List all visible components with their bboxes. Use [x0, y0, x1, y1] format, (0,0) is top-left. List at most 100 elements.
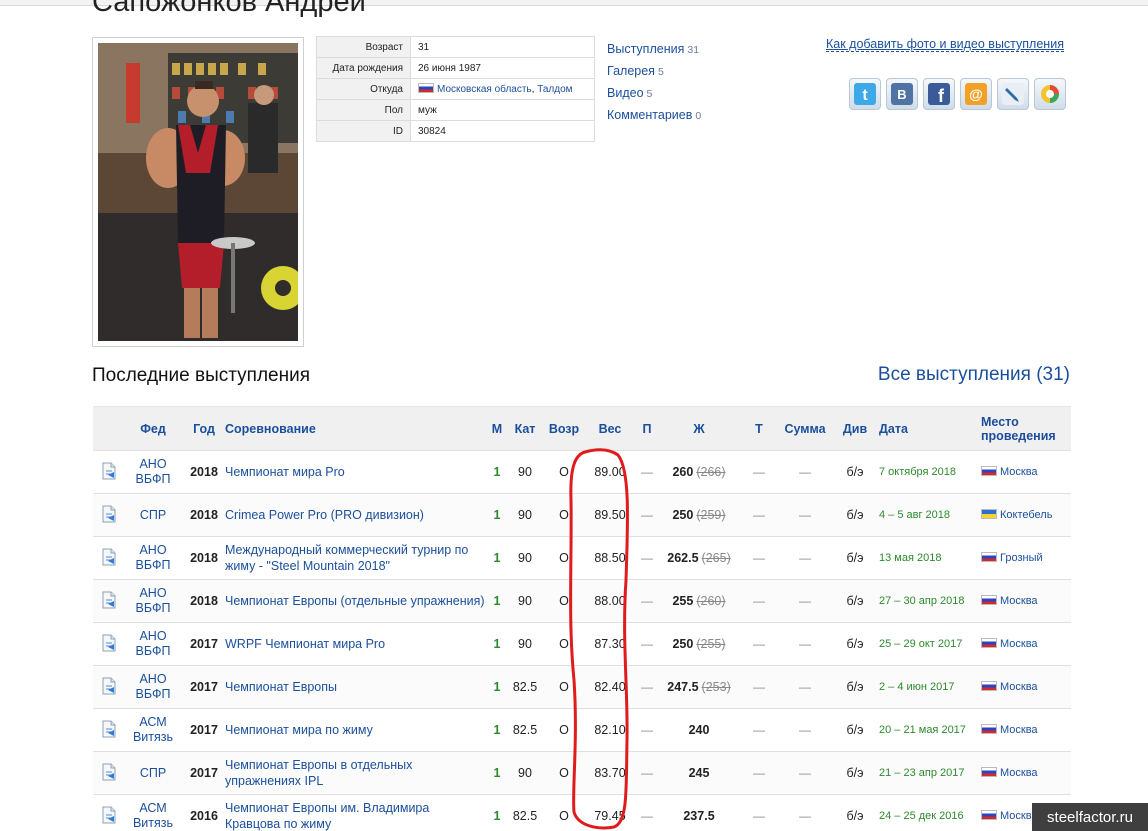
venue-link[interactable]: Москва — [1000, 466, 1038, 478]
bench-cell: 255 (260) — [659, 579, 739, 623]
division-cell: б/э — [831, 493, 879, 537]
document-icon[interactable] — [101, 548, 117, 569]
document-icon[interactable] — [101, 806, 117, 827]
place-cell: 1 — [487, 665, 507, 709]
document-icon[interactable] — [101, 591, 117, 612]
table-row[interactable]: СПР 2018 Crimea Power Pro (PRO дивизион) 1 9… — [93, 493, 1071, 537]
table-row[interactable]: АНО ВБФП 2018 Чемпионат Европы (отдельные … — [93, 579, 1071, 623]
table-row[interactable]: АНО ВБФП 2017 Чемпионат Европы 1 82.5 О 82.40—… — [93, 665, 1071, 709]
result-doc-cell[interactable] — [93, 579, 123, 623]
col-header-division[interactable]: Див — [831, 406, 879, 451]
table-row[interactable]: АСМ Витязь 2017 Чемпионат мира по жиму 1 82.… — [93, 708, 1071, 752]
competition-link[interactable]: Чемпионат мира Pro — [225, 450, 487, 494]
table-row[interactable]: АНО ВБФП 2017 WRPF Чемпионат мира Pro 1 90 О 8… — [93, 622, 1071, 666]
performances-link[interactable]: Выступления — [607, 42, 684, 56]
federation-link[interactable]: СПР — [123, 493, 183, 537]
result-doc-cell[interactable] — [93, 708, 123, 752]
deadlift-cell: — — [739, 751, 779, 795]
col-header-total[interactable]: Сумма — [779, 406, 831, 451]
document-icon[interactable] — [101, 677, 117, 698]
venue-cell[interactable]: Грозный — [981, 536, 1071, 580]
year-cell: 2018 — [183, 536, 225, 580]
col-header-date[interactable]: Дата — [879, 406, 981, 451]
venue-link[interactable]: Москва — [1000, 681, 1038, 693]
result-doc-cell[interactable] — [93, 794, 123, 831]
venue-link[interactable]: Москва — [1000, 595, 1038, 607]
col-header-place[interactable]: М — [487, 406, 507, 451]
federation-link[interactable]: АСМ Витязь — [123, 794, 183, 831]
mailru-share-button[interactable]: @ — [960, 78, 992, 110]
venue-link[interactable]: Москва — [1000, 638, 1038, 650]
video-link[interactable]: Видео — [607, 86, 644, 100]
col-header-fed[interactable]: Фед — [123, 406, 183, 451]
federation-link[interactable]: АНО ВБФП — [123, 665, 183, 709]
venue-cell[interactable]: Москва — [981, 579, 1071, 623]
federation-link[interactable]: АСМ Витязь — [123, 708, 183, 752]
result-doc-cell[interactable] — [93, 622, 123, 666]
competition-link[interactable]: Чемпионат Европы — [225, 665, 487, 709]
venue-cell[interactable]: Коктебель — [981, 493, 1071, 537]
col-header-venue[interactable]: Место проведения — [981, 406, 1071, 451]
competition-link[interactable]: Чемпионат Европы в отдельных упражнениях… — [225, 751, 487, 795]
twitter-share-button[interactable]: t — [849, 78, 881, 110]
document-icon[interactable] — [101, 462, 117, 483]
col-header-competition[interactable]: Соревнование — [225, 406, 487, 451]
competition-link[interactable]: Чемпионат мира по жиму — [225, 708, 487, 752]
venue-link[interactable]: Грозный — [1000, 552, 1043, 564]
venue-cell[interactable]: Москва — [981, 751, 1071, 795]
place-cell: 1 — [487, 622, 507, 666]
result-doc-cell[interactable] — [93, 450, 123, 494]
col-header-squat[interactable]: П — [635, 406, 659, 451]
col-header-bench[interactable]: Ж — [659, 406, 739, 451]
federation-link[interactable]: АНО ВБФП — [123, 450, 183, 494]
comments-link[interactable]: Комментариев — [607, 108, 692, 122]
col-header-deadlift[interactable]: Т — [739, 406, 779, 451]
col-header-category[interactable]: Кат — [507, 406, 543, 451]
total-cell: — — [779, 665, 831, 709]
col-header-weight[interactable]: Вес — [585, 406, 635, 451]
table-row[interactable]: АСМ Витязь 2016 Чемпионат Европы им. Влади… — [93, 794, 1071, 831]
competition-link[interactable]: Crimea Power Pro (PRO дивизион) — [225, 493, 487, 537]
athlete-photo-frame[interactable] — [92, 37, 304, 347]
federation-link[interactable]: АНО ВБФП — [123, 579, 183, 623]
region-link[interactable]: Московская область — [437, 84, 532, 95]
how-to-add-media-link[interactable]: Как добавить фото и видео выступления — [826, 37, 1064, 52]
result-doc-cell[interactable] — [93, 536, 123, 580]
competition-link[interactable]: Чемпионат Европы (отдельные упражнения) — [225, 579, 487, 623]
result-doc-cell[interactable] — [93, 493, 123, 537]
document-icon[interactable] — [101, 763, 117, 784]
col-header-year[interactable]: Год — [183, 406, 225, 451]
table-row[interactable]: АНО ВБФП 2018 Чемпионат мира Pro 1 90 О 89.00—… — [93, 450, 1071, 494]
vkontakte-share-button[interactable]: B — [886, 78, 918, 110]
venue-cell[interactable]: Москва — [981, 665, 1071, 709]
result-doc-cell[interactable] — [93, 665, 123, 709]
table-row[interactable]: АНО ВБФП 2018 Международный коммерческий т… — [93, 536, 1071, 580]
document-icon[interactable] — [101, 505, 117, 526]
federation-link[interactable]: АНО ВБФП — [123, 622, 183, 666]
venue-link[interactable]: Коктебель — [1000, 509, 1052, 521]
division-cell: б/э — [831, 751, 879, 795]
gallery-link[interactable]: Галерея — [607, 64, 655, 78]
col-header-age[interactable]: Возр — [543, 406, 585, 451]
facebook-share-button[interactable]: f — [923, 78, 955, 110]
document-icon[interactable] — [101, 634, 117, 655]
venue-cell[interactable]: Москва — [981, 622, 1071, 666]
athlete-photo[interactable] — [98, 43, 298, 341]
federation-link[interactable]: АНО ВБФП — [123, 536, 183, 580]
livejournal-share-button[interactable] — [997, 78, 1029, 110]
all-performances-link[interactable]: Все выступления (31) — [878, 364, 1070, 386]
year-cell: 2016 — [183, 794, 225, 831]
venue-link[interactable]: Москва — [1000, 767, 1038, 779]
table-row[interactable]: СПР 2017 Чемпионат Европы в отдельных упра… — [93, 751, 1071, 795]
venue-cell[interactable]: Москва — [981, 450, 1071, 494]
google-buzz-share-button[interactable] — [1034, 78, 1066, 110]
competition-link[interactable]: WRPF Чемпионат мира Pro — [225, 622, 487, 666]
document-icon[interactable] — [101, 720, 117, 741]
venue-link[interactable]: Москва — [1000, 724, 1038, 736]
competition-link[interactable]: Чемпионат Европы им. Владимира Кравцова … — [225, 794, 487, 831]
venue-cell[interactable]: Москва — [981, 708, 1071, 752]
result-doc-cell[interactable] — [93, 751, 123, 795]
competition-link[interactable]: Международный коммерческий турнир по жим… — [225, 536, 487, 580]
city-link[interactable]: Талдом — [537, 84, 572, 95]
federation-link[interactable]: СПР — [123, 751, 183, 795]
